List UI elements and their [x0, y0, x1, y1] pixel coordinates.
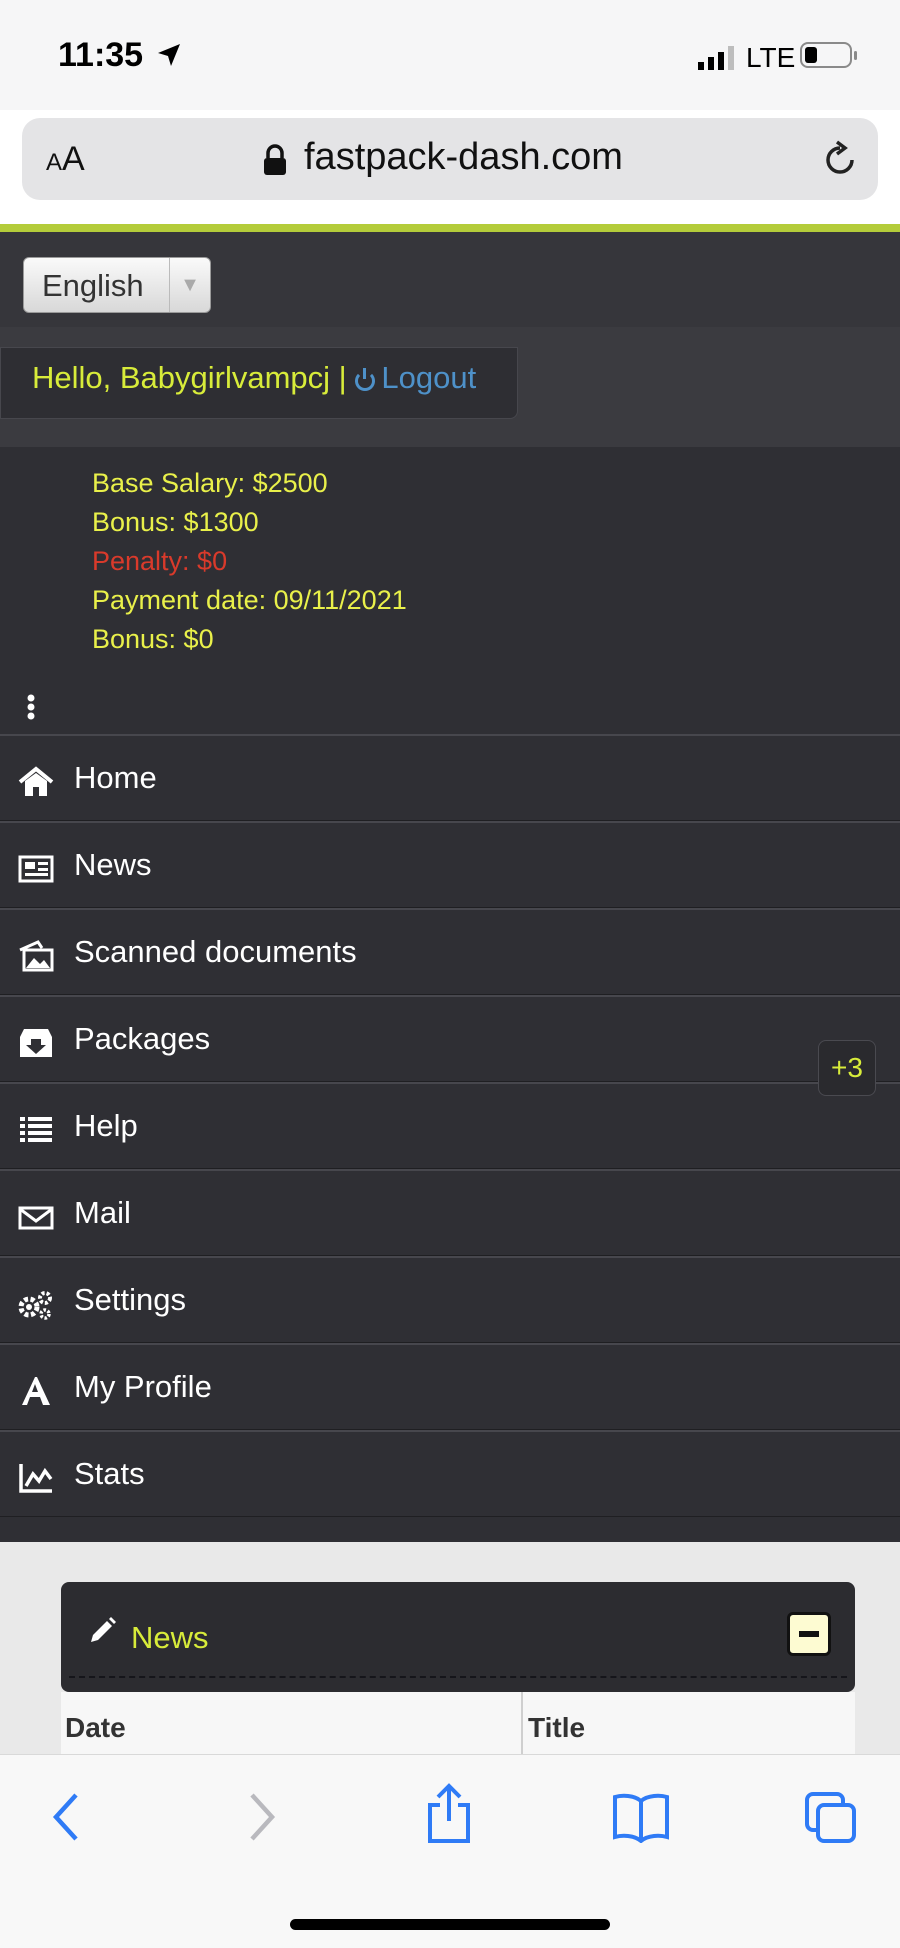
- dropdown-arrow-icon: ▼: [169, 258, 210, 312]
- logout-link[interactable]: Logout: [355, 360, 476, 395]
- pencil-icon: [91, 1617, 116, 1642]
- signal-icon: [698, 46, 734, 70]
- menu-item-mail[interactable]: Mail: [0, 1169, 900, 1256]
- more-vertical-icon[interactable]: [26, 694, 36, 720]
- greeting-strip: Hello, Babygirlvampcj | Logout: [0, 327, 900, 447]
- collapse-button[interactable]: [787, 1612, 831, 1656]
- greeting-text: Hello, Babygirlvampcj |: [32, 360, 347, 395]
- news-panel-title: News: [131, 1620, 209, 1655]
- menu-label: Packages: [74, 1021, 211, 1056]
- menu-label: Stats: [74, 1456, 145, 1491]
- status-bar: 11:35 LTE: [0, 0, 900, 110]
- menu-label: Scanned documents: [74, 934, 357, 969]
- lock-icon: [264, 144, 286, 175]
- menu-item-stats[interactable]: Stats: [0, 1430, 900, 1517]
- home-indicator: [290, 1919, 610, 1930]
- home-icon: [18, 766, 54, 796]
- menu-item-home[interactable]: Home: [0, 734, 900, 821]
- menu-item-settings[interactable]: Settings: [0, 1256, 900, 1343]
- clock: 11:35: [58, 36, 144, 74]
- location-arrow-icon: [158, 44, 180, 66]
- penalty: Penalty: $0: [92, 546, 228, 576]
- tabs-icon[interactable]: [804, 1791, 858, 1845]
- gears-icon: [18, 1291, 52, 1320]
- bookmarks-icon[interactable]: [612, 1791, 670, 1843]
- column-divider: [521, 1692, 523, 1754]
- address-bar[interactable]: AA fastpack-dash.com: [22, 118, 878, 200]
- menu-label: My Profile: [74, 1369, 212, 1404]
- menu-label: Settings: [74, 1282, 187, 1317]
- list-icon: [20, 1117, 52, 1142]
- bonus-2: Bonus: $0: [92, 624, 214, 654]
- chart-icon: [19, 1464, 53, 1493]
- back-icon[interactable]: [50, 1791, 84, 1843]
- menu-label: News: [74, 847, 152, 882]
- menu-item-my-profile[interactable]: My Profile: [0, 1343, 900, 1430]
- main-menu: Home News Scanned documents Packages Hel…: [0, 734, 900, 1517]
- greeting: Hello, Babygirlvampcj | Logout: [32, 360, 476, 396]
- language-select[interactable]: English ▼: [23, 257, 211, 313]
- image-icon: [19, 940, 54, 972]
- payment-date: Payment date: 09/11/2021: [92, 585, 407, 615]
- news-panel-header: News: [61, 1582, 855, 1692]
- browser-toolbar: [0, 1754, 900, 1948]
- envelope-icon: [18, 1206, 54, 1230]
- menu-item-packages[interactable]: Packages: [0, 995, 900, 1082]
- url-text[interactable]: fastpack-dash.com: [304, 136, 623, 179]
- dashboard: English ▼ Hello, Babygirlvampcj | Logout…: [0, 232, 900, 1542]
- share-icon[interactable]: [424, 1783, 474, 1845]
- language-bar: English ▼: [0, 232, 900, 327]
- salary-info: Base Salary: $2500 Bonus: $1300 Penalty:…: [92, 464, 407, 659]
- menu-item-help[interactable]: Help: [0, 1082, 900, 1169]
- menu-label: Help: [74, 1108, 138, 1143]
- news-table-header: Date Title: [61, 1692, 855, 1754]
- base-salary: Base Salary: $2500: [92, 468, 328, 498]
- newspaper-icon: [18, 855, 54, 883]
- column-title[interactable]: Title: [528, 1712, 585, 1744]
- logout-label: Logout: [381, 360, 477, 395]
- network-type: LTE: [746, 42, 796, 73]
- menu-label: Mail: [74, 1195, 131, 1230]
- font-icon: [22, 1377, 50, 1405]
- forward-icon[interactable]: [244, 1791, 278, 1843]
- language-value: English: [42, 268, 144, 303]
- reload-icon[interactable]: [820, 138, 860, 180]
- menu-item-news[interactable]: News: [0, 821, 900, 908]
- battery-icon: [800, 42, 857, 68]
- column-date[interactable]: Date: [65, 1712, 126, 1744]
- accent-line: [0, 224, 900, 232]
- text-size-button[interactable]: AA: [46, 140, 85, 179]
- menu-item-scanned-documents[interactable]: Scanned documents: [0, 908, 900, 995]
- bonus: Bonus: $1300: [92, 507, 259, 537]
- power-icon: [355, 368, 376, 391]
- inbox-download-icon: [20, 1029, 52, 1057]
- packages-badge[interactable]: +3: [818, 1040, 876, 1096]
- menu-label: Home: [74, 760, 157, 795]
- content-area: News Date Title: [0, 1542, 900, 1754]
